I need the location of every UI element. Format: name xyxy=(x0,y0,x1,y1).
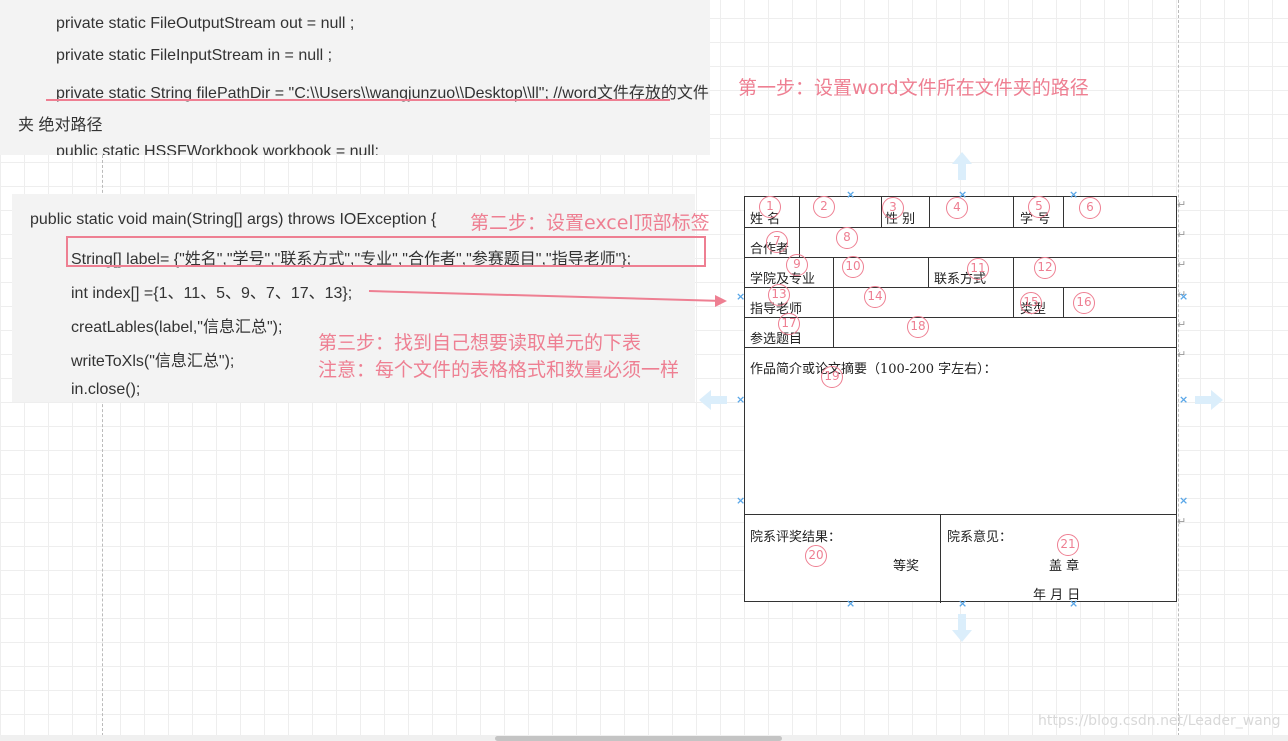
marker-11: 11 xyxy=(967,258,989,280)
word-form-table[interactable]: 姓 名 性 别 学 号 合作者 学院及专业 联系方式 指导老师 类型 参选题目 … xyxy=(744,196,1177,603)
marker-17: 17 xyxy=(778,313,800,335)
arrow-down-icon[interactable] xyxy=(951,612,973,644)
step3-warning: 注意：每个文件的表格格式和数量必须一样 xyxy=(318,359,680,381)
marker-5: 5 xyxy=(1028,196,1050,218)
step2-note: 第二步：设置excel顶部标签 xyxy=(470,212,710,234)
resize-handle[interactable]: × xyxy=(1069,597,1078,610)
paragraph-mark: ↵ xyxy=(1177,198,1187,211)
label-award-level: 等奖 xyxy=(893,559,920,574)
col-divider xyxy=(929,197,930,227)
col-divider xyxy=(799,197,800,227)
step1-underline xyxy=(46,99,670,101)
col-divider xyxy=(1063,197,1064,227)
marker-10: 10 xyxy=(842,256,864,278)
code-block-fields: private static FileOutputStream out = nu… xyxy=(0,0,710,155)
col-divider xyxy=(1013,257,1014,287)
col-divider xyxy=(833,287,834,317)
label-seal: 盖 章 xyxy=(1049,559,1080,574)
marker-6: 6 xyxy=(1079,197,1101,219)
col-divider xyxy=(799,227,800,257)
resize-handle[interactable]: × xyxy=(736,290,745,303)
col-divider xyxy=(928,257,929,287)
paragraph-mark: ↵ xyxy=(1177,515,1187,528)
resize-handle[interactable]: × xyxy=(1179,290,1188,303)
marker-7: 7 xyxy=(766,231,788,253)
marker-13: 13 xyxy=(768,284,790,306)
col-divider xyxy=(833,257,834,287)
resize-handle[interactable]: × xyxy=(736,494,745,507)
marker-1: 1 xyxy=(759,196,781,218)
marker-14: 14 xyxy=(864,286,886,308)
marker-8: 8 xyxy=(836,227,858,249)
arrow-right-icon[interactable] xyxy=(1193,389,1225,411)
label-award-result: 院系评奖结果： xyxy=(750,530,842,545)
resize-handle[interactable]: × xyxy=(1179,393,1188,406)
row-divider xyxy=(745,514,1176,515)
col-divider xyxy=(833,317,834,347)
paragraph-mark: ↵ xyxy=(1177,258,1187,271)
row-divider xyxy=(745,227,1176,228)
guide-line-right xyxy=(1178,0,1179,741)
step1-note: 第一步：设置word文件所在文件夹的路径 xyxy=(738,77,1089,99)
col-divider xyxy=(1013,287,1014,317)
code-line: public static HSSFWorkbook workbook = nu… xyxy=(56,143,379,155)
resize-handle[interactable]: × xyxy=(736,393,745,406)
marker-18: 18 xyxy=(907,316,929,338)
row-divider xyxy=(745,317,1176,318)
marker-3: 3 xyxy=(882,197,904,219)
code-line: int index[] ={1、11、5、9、7、17、13}; xyxy=(71,285,353,302)
marker-19: 19 xyxy=(821,366,843,388)
resize-handle[interactable]: × xyxy=(846,597,855,610)
code-line: writeToXls("信息汇总"); xyxy=(71,353,235,370)
col-divider xyxy=(940,514,941,603)
code-line: private static FileInputStream in = null… xyxy=(56,47,333,64)
code-line: public static void main(String[] args) t… xyxy=(30,211,437,228)
arrow-icon xyxy=(368,290,727,307)
code-line: creatLables(label,"信息汇总"); xyxy=(71,319,283,336)
marker-12: 12 xyxy=(1034,257,1056,279)
label-dept-opinion: 院系意见： xyxy=(947,530,1013,545)
arrow-up-icon[interactable] xyxy=(951,150,973,182)
code-line: 夹 绝对路径 xyxy=(18,117,103,134)
step3-note: 第三步：找到自己想要读取单元的下表 xyxy=(318,332,642,354)
col-divider xyxy=(1063,287,1064,317)
arrow-left-icon[interactable] xyxy=(697,389,729,411)
paragraph-mark: ↵ xyxy=(1177,348,1187,361)
resize-handle[interactable]: × xyxy=(846,188,855,201)
code-line: private static FileOutputStream out = nu… xyxy=(56,15,355,32)
scrollbar-thumb[interactable] xyxy=(495,736,782,741)
resize-handle[interactable]: × xyxy=(1179,494,1188,507)
marker-21: 21 xyxy=(1057,534,1079,556)
col-divider xyxy=(1013,197,1014,227)
marker-16: 16 xyxy=(1073,292,1095,314)
paragraph-mark: ↵ xyxy=(1177,228,1187,241)
row-divider xyxy=(745,257,1176,258)
marker-9: 9 xyxy=(786,254,808,276)
resize-handle[interactable]: × xyxy=(958,188,967,201)
marker-20: 20 xyxy=(805,545,827,567)
code-line: in.close(); xyxy=(71,381,141,398)
resize-handle[interactable]: × xyxy=(1069,188,1078,201)
watermark: https://blog.csdn.net/Leader_wang xyxy=(1038,713,1281,729)
label-highlight-box xyxy=(66,236,706,267)
label-abstract: 作品简介或论文摘要（100-200 字左右）： xyxy=(750,362,997,377)
resize-handle[interactable]: × xyxy=(958,597,967,610)
row-divider xyxy=(745,347,1176,348)
row-divider xyxy=(745,287,1176,288)
marker-15: 15 xyxy=(1020,292,1042,314)
marker-2: 2 xyxy=(813,196,835,218)
paragraph-mark: ↵ xyxy=(1177,318,1187,331)
